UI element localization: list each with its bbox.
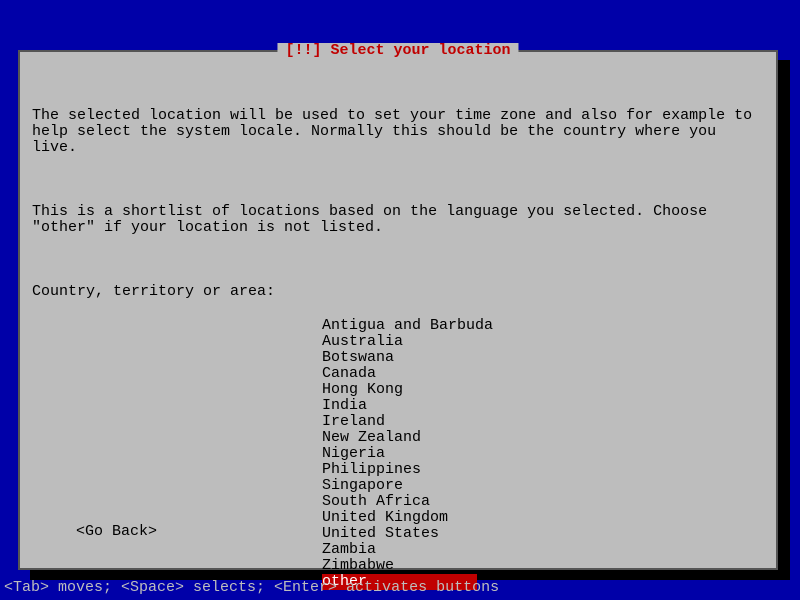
- list-item[interactable]: India: [322, 398, 477, 414]
- list-item[interactable]: United States: [322, 526, 477, 542]
- list-item[interactable]: Australia: [322, 334, 477, 350]
- location-list[interactable]: Antigua and BarbudaAustraliaBotswanaCana…: [322, 318, 764, 590]
- go-back-button[interactable]: <Go Back>: [76, 524, 157, 540]
- list-item[interactable]: Antigua and Barbuda: [322, 318, 477, 334]
- list-item[interactable]: Ireland: [322, 414, 477, 430]
- dialog-title: [!!] Select your location: [277, 43, 518, 59]
- list-item[interactable]: United Kingdom: [322, 510, 477, 526]
- list-item[interactable]: South Africa: [322, 494, 477, 510]
- location-dialog: [!!] Select your location The selected l…: [18, 50, 778, 570]
- dialog-body: The selected location will be used to se…: [32, 76, 764, 268]
- list-item[interactable]: Botswana: [322, 350, 477, 366]
- list-item[interactable]: Canada: [322, 366, 477, 382]
- list-prompt: Country, territory or area:: [32, 284, 764, 300]
- list-item[interactable]: Nigeria: [322, 446, 477, 462]
- dialog-para1: The selected location will be used to se…: [32, 108, 764, 156]
- help-bar: <Tab> moves; <Space> selects; <Enter> ac…: [4, 580, 499, 596]
- dialog-para2: This is a shortlist of locations based o…: [32, 204, 764, 236]
- list-item[interactable]: Philippines: [322, 462, 477, 478]
- list-item[interactable]: Zambia: [322, 542, 477, 558]
- list-item[interactable]: New Zealand: [322, 430, 477, 446]
- list-item[interactable]: Hong Kong: [322, 382, 477, 398]
- list-item[interactable]: Singapore: [322, 478, 477, 494]
- list-item[interactable]: Zimbabwe: [322, 558, 477, 574]
